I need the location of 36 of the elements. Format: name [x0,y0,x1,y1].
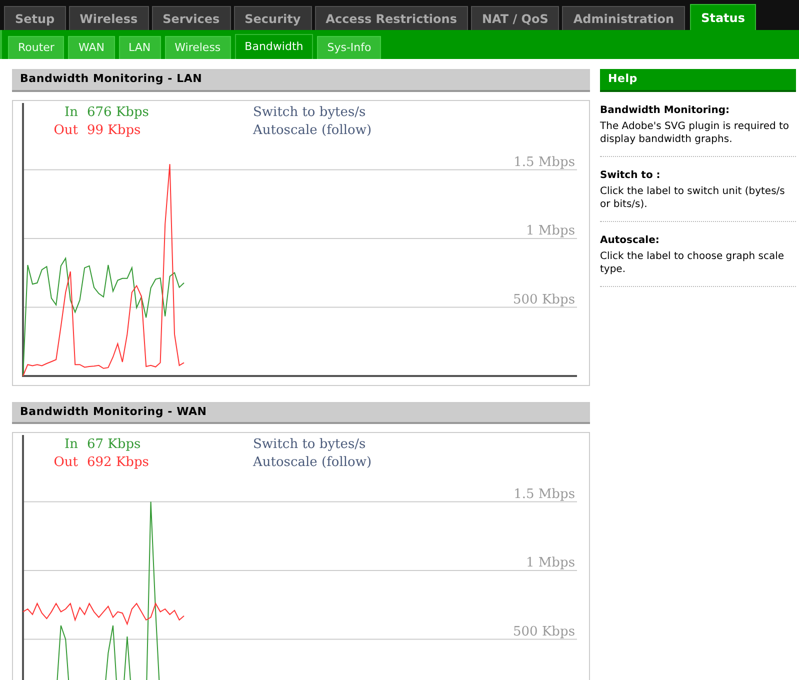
help-heading: Autoscale: [600,234,660,246]
in-value: 676 Kbps [87,104,149,120]
autoscale-link[interactable]: Autoscale (follow) [253,455,372,470]
main-tab[interactable]: Security [234,6,312,30]
in-label: In [64,437,78,452]
in-value: 67 Kbps [87,437,141,452]
unit-switch-link[interactable]: Switch to bytes/s [253,104,366,120]
section-header: Bandwidth Monitoring - LAN [12,69,590,92]
help-text: Click the label to choose graph scale type. [600,250,786,276]
main-tab[interactable]: Status [690,4,756,30]
help-header: Help [600,69,796,92]
main-tab[interactable]: Access Restrictions [314,6,468,30]
out-label: Out [54,455,78,470]
out-label: Out [54,122,78,138]
help-heading: Switch to : [600,168,662,182]
help-text: The Adobe's SVG plugin is required to display bandwidth graphs. [600,120,790,146]
scale-label: 1.5 Mbps [514,486,575,502]
unit-switch-link[interactable]: Switch to bytes/s [253,437,366,452]
scale-label: 1 Mbps [526,556,575,570]
main-tab[interactable]: Administration [562,6,686,30]
scale-label: 1.5 Mbps [514,154,575,170]
autoscale-link[interactable]: Autoscale (follow) [253,122,372,138]
main-tab[interactable]: Setup [4,6,66,30]
main-tab[interactable]: Services [152,6,231,30]
main-tab[interactable]: NAT / QoS [470,6,560,30]
scale-label: 500 Kbps [513,624,575,640]
help-text: Click the label to switch unit (bytes/s or bits/s). [600,184,786,210]
scale-label: 500 Kbps [513,292,575,307]
out-value: 99 Kbps [87,122,141,138]
scale-label: 1 Mbps [526,223,575,238]
section-header: Bandwidth Monitoring - WAN [12,402,590,424]
main-tab[interactable]: Wireless [68,6,149,30]
help-heading: Bandwidth Monitoring: [600,104,731,116]
out-value: 692 Kbps [87,455,149,470]
in-label: In [64,104,78,120]
sub-tab[interactable]: Bandwidth [234,34,314,59]
